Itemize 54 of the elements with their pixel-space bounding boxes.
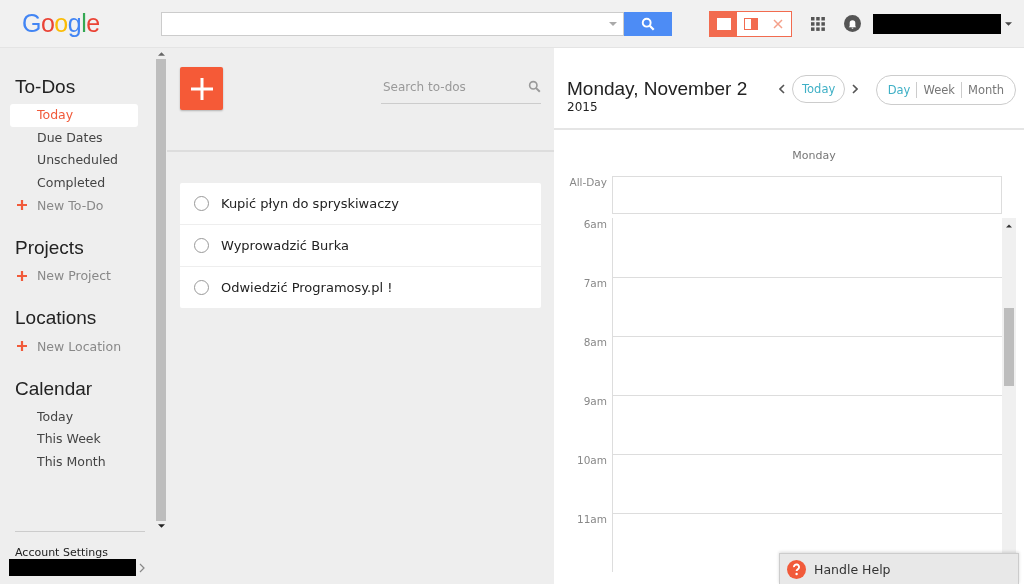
caret-icon[interactable] [1005,21,1012,26]
section-heading: Locations [14,307,98,329]
view-tab[interactable]: Week [916,82,961,98]
scroll-up-arrow-icon[interactable] [157,52,165,56]
apps-grid-icon[interactable] [811,16,825,31]
hour-label: 11am [575,513,608,527]
scroll-down-arrow-icon[interactable] [157,524,165,528]
chevron-right-icon[interactable] [139,562,145,573]
hour-label: 9am [582,395,608,409]
plus-icon [17,270,27,281]
all-day-label: All-Day [568,176,608,190]
chevron-right-icon[interactable] [852,84,859,94]
todo-text[interactable]: Odwiedzić Programosy.pl ! [221,280,393,295]
year-label: 2015 [567,100,599,114]
section-heading: To-Dos [14,76,77,98]
section-heading: Projects [14,236,85,259]
close-button[interactable] [764,11,791,36]
plus-icon [17,200,27,211]
help-toast[interactable]: Handle Help [779,553,1019,584]
sidebar-item[interactable]: Today [10,405,138,428]
search-field[interactable] [161,11,624,36]
notification-bell-icon[interactable] [844,15,861,32]
plus-icon [189,76,214,101]
view-tab[interactable]: Month [960,82,1010,98]
caret-icon [609,21,617,26]
search-field[interactable]: Search to-dos [381,78,528,95]
close-icon [772,18,783,29]
search-button[interactable] [624,11,672,36]
hour-label: 10am [575,454,608,468]
section-heading: Calendar [14,377,94,400]
split-view-button[interactable] [737,11,764,36]
scrollbar-thumb[interactable] [1004,308,1014,386]
sidebar-item[interactable]: Completed [10,171,138,194]
chevron-left-icon[interactable] [779,84,785,94]
help-icon [787,559,806,579]
full-view-button[interactable] [710,11,737,36]
search-icon [528,80,541,93]
hour-label: 6am [582,218,608,232]
date-title: Monday, November 2 [567,78,749,100]
hour-label: 7am [582,277,608,291]
sidebar-item[interactable]: This Month [10,450,138,473]
search-icon [641,16,655,31]
sidebar-item[interactable]: Unscheduled [10,149,138,172]
account-settings-label[interactable]: Account Settings [15,546,145,559]
day-header: Monday [791,149,837,162]
todo-text[interactable]: Kupić płyn do spryskiwaczy [221,196,399,211]
plus-icon [17,341,27,352]
hour-label: 8am [582,336,608,350]
sidebar-item[interactable]: This Week [10,428,138,451]
sidebar-item[interactable]: Due Dates [10,126,138,149]
scroll-up-arrow-icon[interactable] [1006,224,1012,228]
todo-text[interactable]: Wyprowadzić Burka [221,238,349,253]
add-todo-button[interactable] [180,67,223,110]
all-day-cell[interactable] [612,176,1002,214]
